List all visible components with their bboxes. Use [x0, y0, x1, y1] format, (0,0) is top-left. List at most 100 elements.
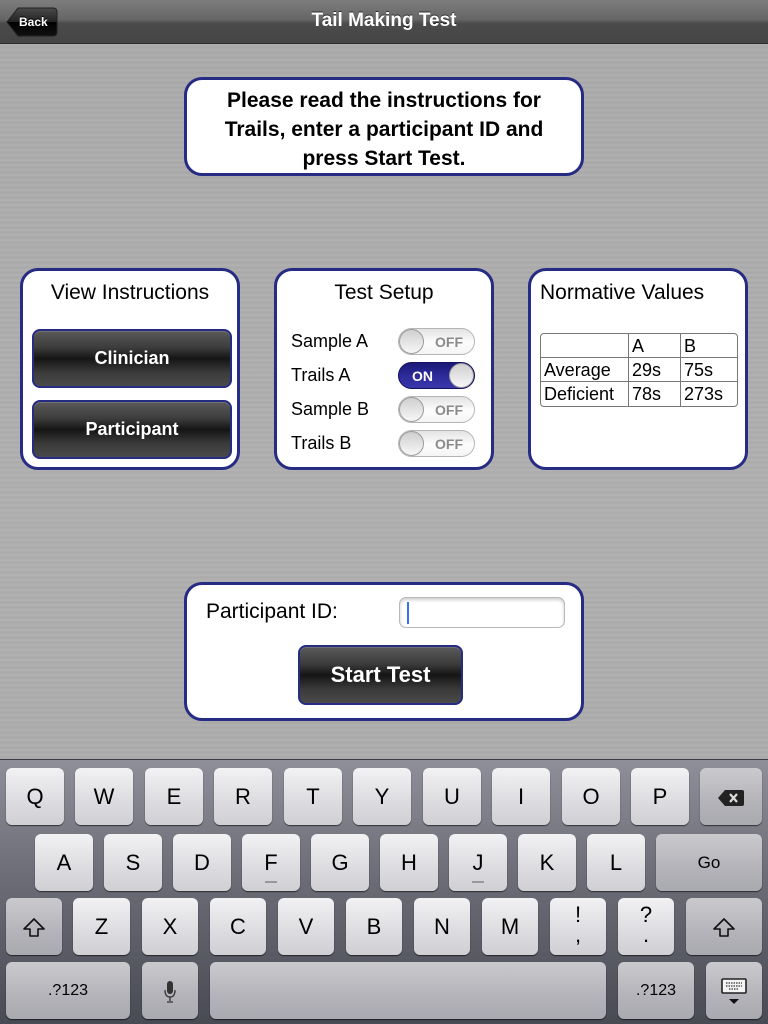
key-v[interactable]: V — [278, 898, 334, 955]
table-cell: 29s — [629, 358, 681, 382]
shift-icon — [23, 918, 45, 937]
participant-id-input[interactable] — [399, 597, 565, 628]
table-cell: A — [629, 334, 681, 358]
key-b[interactable]: B — [346, 898, 402, 955]
onscreen-keyboard: Q W E R T Y U I O P A S D F G H J K L Go… — [0, 759, 768, 1024]
key-z[interactable]: Z — [73, 898, 130, 955]
participant-id-label: Participant ID: — [206, 600, 338, 623]
space-key[interactable] — [210, 962, 606, 1019]
key-o[interactable]: O — [562, 768, 620, 825]
key-label: !, — [574, 898, 582, 947]
start-test-button[interactable]: Start Test — [298, 645, 463, 705]
toggle-knob — [399, 329, 424, 354]
dictation-key[interactable] — [142, 962, 198, 1019]
key-exclamation-comma[interactable]: !, — [550, 898, 606, 955]
key-s[interactable]: S — [104, 834, 162, 891]
sample-a-toggle[interactable]: OFF — [398, 328, 475, 355]
key-t[interactable]: T — [284, 768, 342, 825]
setup-row-trails-a: Trails A ON — [291, 362, 481, 390]
numbers-key-left[interactable]: .?123 — [6, 962, 130, 1019]
go-key[interactable]: Go — [656, 834, 762, 891]
numbers-key-right[interactable]: .?123 — [618, 962, 694, 1019]
trails-a-toggle[interactable]: ON — [398, 362, 475, 389]
setup-row-trails-b: Trails B OFF — [291, 430, 481, 458]
table-row: Average 29s 75s — [541, 358, 737, 382]
key-u[interactable]: U — [423, 768, 481, 825]
table-cell: 273s — [684, 384, 724, 404]
home-row-marker — [472, 881, 484, 883]
setup-label: Sample B — [291, 399, 370, 419]
participant-button[interactable]: Participant — [32, 400, 232, 459]
key-i[interactable]: I — [492, 768, 550, 825]
key-e[interactable]: E — [145, 768, 203, 825]
toggle-state: OFF — [435, 402, 463, 418]
key-bottom-char: , — [574, 922, 582, 947]
sample-b-toggle[interactable]: OFF — [398, 396, 475, 423]
key-c[interactable]: C — [210, 898, 266, 955]
instruction-text: Please read the instructions for Trails,… — [224, 89, 544, 170]
table-header-row: A B — [541, 334, 737, 358]
setup-label: Sample A — [291, 331, 369, 351]
trails-b-toggle[interactable]: OFF — [398, 430, 475, 457]
hide-keyboard-key[interactable] — [706, 962, 762, 1019]
test-setup-panel: Test Setup Sample A OFF Trails A ON Samp… — [274, 268, 494, 470]
key-h[interactable]: H — [380, 834, 438, 891]
text-caret — [407, 602, 409, 624]
key-n[interactable]: N — [414, 898, 470, 955]
toggle-state: OFF — [435, 334, 463, 350]
page-title: Tail Making Test — [311, 10, 457, 31]
table-cell: Deficient — [541, 382, 629, 406]
key-j[interactable]: J — [449, 834, 507, 891]
key-m[interactable]: M — [482, 898, 538, 955]
toggle-state: OFF — [435, 436, 463, 452]
table-row: Deficient 78s 273s — [541, 382, 737, 406]
normative-values-table: A B Average 29s 75s Deficient 78s 273s — [540, 333, 738, 407]
key-g[interactable]: G — [311, 834, 369, 891]
normative-values-title: Normative Values — [540, 281, 705, 304]
key-p[interactable]: P — [631, 768, 689, 825]
key-bottom-char: . — [642, 922, 650, 947]
normative-values-panel: Normative Values A B Average 29s 75s Def… — [528, 268, 748, 470]
key-y[interactable]: Y — [353, 768, 411, 825]
microphone-icon — [164, 981, 176, 1003]
key-x[interactable]: X — [142, 898, 198, 955]
setup-row-sample-a: Sample A OFF — [291, 328, 481, 356]
key-a[interactable]: A — [35, 834, 93, 891]
clinician-button[interactable]: Clinician — [32, 329, 232, 388]
table-cell: B — [681, 334, 737, 358]
setup-label: Trails B — [291, 433, 352, 453]
setup-label: Trails A — [291, 365, 351, 385]
hide-keyboard-icon — [721, 978, 747, 1005]
test-setup-title: Test Setup — [334, 281, 434, 304]
shift-key-right[interactable] — [686, 898, 762, 955]
navigation-bar: Back Tail Making Test — [0, 0, 768, 44]
backspace-icon — [718, 790, 744, 807]
table-cell: 78s — [629, 382, 681, 406]
toggle-knob — [399, 397, 424, 422]
key-d[interactable]: D — [173, 834, 231, 891]
toggle-state: ON — [412, 368, 433, 384]
toggle-knob — [449, 363, 474, 388]
backspace-key[interactable] — [700, 768, 762, 825]
key-w[interactable]: W — [75, 768, 133, 825]
home-row-marker — [265, 881, 277, 883]
key-question-period[interactable]: ?. — [618, 898, 674, 955]
instruction-panel: Please read the instructions for Trails,… — [184, 77, 584, 176]
key-k[interactable]: K — [518, 834, 576, 891]
toggle-knob — [399, 431, 424, 456]
key-label: F — [264, 850, 278, 875]
view-instructions-title: View Instructions — [50, 281, 210, 304]
participant-panel: Participant ID: Start Test — [184, 582, 584, 721]
key-f[interactable]: F — [242, 834, 300, 891]
table-cell — [541, 334, 629, 358]
key-label: ?. — [640, 898, 652, 947]
table-cell: Average — [541, 358, 629, 382]
table-cell: 75s — [681, 358, 737, 382]
key-label: J — [472, 850, 484, 875]
key-q[interactable]: Q — [6, 768, 64, 825]
key-r[interactable]: R — [214, 768, 272, 825]
shift-key-left[interactable] — [6, 898, 62, 955]
shift-icon — [713, 918, 735, 937]
key-l[interactable]: L — [587, 834, 645, 891]
setup-row-sample-b: Sample B OFF — [291, 396, 481, 424]
